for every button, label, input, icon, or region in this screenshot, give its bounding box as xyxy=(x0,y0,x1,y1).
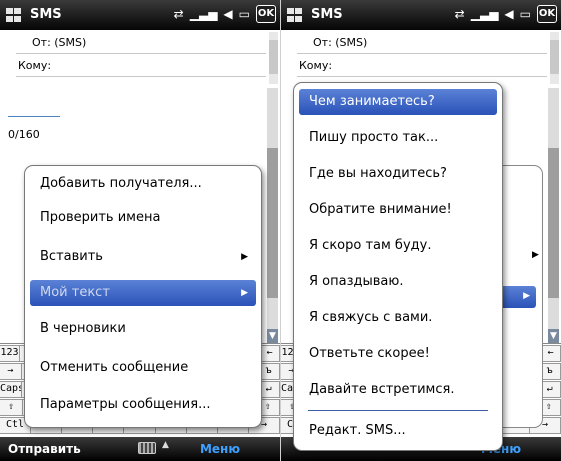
submenu-arrow-icon: ▶ xyxy=(241,252,248,262)
keyboard-key[interactable]: Caps xyxy=(0,381,22,398)
menu-item-label: Мой текст xyxy=(40,285,110,300)
submenu-item-label: Чем занимаетесь? xyxy=(309,94,435,109)
send-softkey[interactable]: Отправить xyxy=(8,442,81,456)
signal-icon: ▁▃▅ xyxy=(470,7,499,21)
my-text-submenu: Чем занимаетесь? Пишу просто так... Где … xyxy=(293,82,503,451)
menu-item-my-text[interactable]: Мой текст ▶ xyxy=(30,280,256,306)
submenu-item-edit-sms[interactable]: Редакт. SMS... xyxy=(299,418,497,444)
body-scrollbar[interactable]: ▼ xyxy=(267,88,278,343)
menu-item-insert[interactable]: Вставить ▶ xyxy=(30,244,256,270)
battery-icon: ▭ xyxy=(519,7,531,21)
message-header: От: (SMS) Кому: xyxy=(281,30,561,88)
submenu-item-7[interactable]: Ответьте скорее! xyxy=(299,341,497,367)
submenu-item-label: Ответьте скорее! xyxy=(309,346,430,361)
sync-icon: ⇄ xyxy=(454,7,465,21)
volume-icon: ◀ xyxy=(504,7,514,21)
submenu-item-2[interactable]: Где вы находитесь? xyxy=(299,161,497,187)
header-scrollbar[interactable] xyxy=(550,32,559,84)
signal-icon: ▁▃▅ xyxy=(189,7,218,21)
message-header: От: (SMS) Кому: xyxy=(0,30,280,88)
volume-icon: ◀ xyxy=(223,7,233,21)
submenu-arrow-icon: ▶ xyxy=(532,250,539,260)
title-bar: SMS ⇄ ▁▃▅ ◀ ▭ OK xyxy=(0,0,280,30)
start-menu-icon[interactable] xyxy=(287,8,303,23)
submenu-item-4[interactable]: Я скоро там буду. xyxy=(299,233,497,259)
submenu-item-0[interactable]: Чем занимаетесь? xyxy=(299,89,497,115)
submenu-item-label: Я скоро там буду. xyxy=(309,238,432,253)
chevron-up-icon[interactable]: ▲ xyxy=(162,440,169,450)
submenu-item-label: Давайте встретимся. xyxy=(309,382,455,397)
menu-item-cancel-message[interactable]: Отменить сообщение xyxy=(30,355,256,381)
menu-softkey[interactable]: Меню xyxy=(200,442,240,456)
keyboard-key[interactable]: ← xyxy=(259,345,280,362)
menu-item-label: В черновики xyxy=(40,321,126,336)
menu-item-label: Параметры сообщения... xyxy=(40,397,211,412)
softkey-bar: Отправить ▲ Меню xyxy=(0,437,280,461)
header-scrollbar[interactable] xyxy=(269,32,278,84)
menu-item-label: Проверить имена xyxy=(40,210,161,225)
keyboard-key[interactable]: 123 xyxy=(0,345,20,362)
submenu-item-label: Я свяжусь с вами. xyxy=(309,310,433,325)
char-counter: 0/160 xyxy=(8,128,40,141)
to-field[interactable]: Кому: xyxy=(18,59,51,72)
text-cursor-line xyxy=(8,116,60,117)
menu-item-label: Добавить получателя... xyxy=(40,176,202,191)
menu-item-label: Отменить сообщение xyxy=(40,360,189,375)
body-scrollbar[interactable]: ▼ xyxy=(548,88,559,343)
from-label: От: (SMS) xyxy=(313,36,368,49)
submenu-item-label: Пишу просто так... xyxy=(309,130,439,145)
submenu-arrow-icon: ▶ xyxy=(241,288,248,298)
app-title: SMS xyxy=(311,7,343,22)
submenu-item-1[interactable]: Пишу просто так... xyxy=(299,125,497,151)
submenu-item-label: Редакт. SMS... xyxy=(309,423,406,438)
submenu-item-label: Где вы находитесь? xyxy=(309,166,447,181)
scroll-down-icon[interactable]: ▼ xyxy=(548,329,559,343)
menu-item-label: Вставить xyxy=(40,249,103,264)
submenu-item-8[interactable]: Давайте встретимся. xyxy=(299,377,497,403)
menu-item-save-draft[interactable]: В черновики xyxy=(30,316,256,342)
menu-item-check-names[interactable]: Проверить имена xyxy=(30,205,256,231)
from-label: От: (SMS) xyxy=(32,36,87,49)
app-title: SMS xyxy=(30,7,62,22)
start-menu-icon[interactable] xyxy=(6,8,22,23)
to-field[interactable]: Кому: xyxy=(299,59,332,72)
ok-button[interactable]: OK xyxy=(537,5,557,23)
keyboard-key[interactable]: → xyxy=(0,363,22,380)
submenu-item-6[interactable]: Я свяжусь с вами. xyxy=(299,305,497,331)
ok-button[interactable]: OK xyxy=(256,5,276,23)
submenu-item-5[interactable]: Я опаздываю. xyxy=(299,269,497,295)
context-menu: Добавить получателя... Проверить имена В… xyxy=(24,165,262,428)
keyboard-key[interactable]: ⇧ xyxy=(0,399,24,416)
menu-divider xyxy=(308,410,488,411)
title-bar: SMS ⇄ ▁▃▅ ◀ ▭ OK xyxy=(281,0,561,30)
keyboard-icon[interactable] xyxy=(138,442,156,454)
left-screen: SMS ⇄ ▁▃▅ ◀ ▭ OK От: (SMS) Кому: 0/160 ▼… xyxy=(0,0,280,461)
battery-icon: ▭ xyxy=(238,7,250,21)
submenu-item-label: Я опаздываю. xyxy=(309,274,404,289)
menu-item-add-recipient[interactable]: Добавить получателя... xyxy=(30,171,256,197)
keyboard-key[interactable]: ← xyxy=(540,345,561,362)
right-screen: SMS ⇄ ▁▃▅ ◀ ▭ OK От: (SMS) Кому: ▼ 12312… xyxy=(281,0,561,461)
submenu-item-label: Обратите внимание! xyxy=(309,202,452,217)
scroll-down-icon[interactable]: ▼ xyxy=(267,329,278,343)
menu-item-message-options[interactable]: Параметры сообщения... xyxy=(30,392,256,418)
sync-icon: ⇄ xyxy=(173,7,184,21)
submenu-item-3[interactable]: Обратите внимание! xyxy=(299,197,497,223)
